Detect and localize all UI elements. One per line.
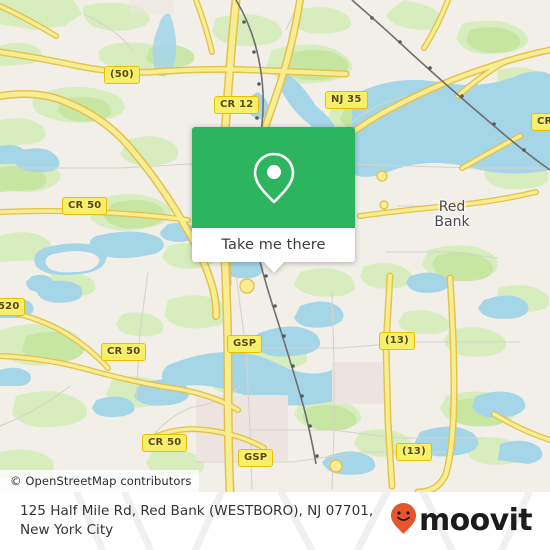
take-me-there-button[interactable]: Take me there [192,228,355,273]
place-label-red-bank: Red Bank [434,199,470,230]
road-shield: (50) [104,66,140,84]
popup-image-area [192,127,355,228]
road-shield: CR 50 [101,343,147,361]
road-shield: 520 [0,298,26,316]
popup-tail-pointer [263,262,284,273]
road-shield: GSP [238,449,274,467]
osm-attribution[interactable]: © OpenStreetMap contributors [0,470,200,492]
footer-bar: 125 Half Mile Rd, Red Bank (WESTBORO), N… [0,492,550,550]
moovit-map-screenshot: (50) CR 12 NJ 35 CR CR 50 520 CR 50 GSP … [0,0,550,550]
road-shield: CR 50 [142,434,188,452]
road-shield: CR 12 [214,96,260,114]
address-line-1: 125 Half Mile Rd, Red Bank (WESTBORO), N… [20,503,374,519]
road-shield: GSP [227,335,263,353]
map-canvas[interactable]: (50) CR 12 NJ 35 CR CR 50 520 CR 50 GSP … [0,0,550,492]
destination-popup-card[interactable]: Take me there [192,127,355,273]
moovit-wordmark: moovit [418,503,533,538]
road-shield: (13) [379,332,415,350]
address-text: 125 Half Mile Rd, Red Bank (WESTBORO), N… [20,502,390,540]
moovit-pin-icon [390,502,417,540]
address-line-2: New York City [20,522,114,538]
road-shield: NJ 35 [325,91,368,109]
road-shield: CR 50 [62,197,108,215]
take-me-there-label: Take me there [221,237,326,253]
map-pin-icon [251,150,297,206]
road-shield: (13) [396,443,432,461]
road-shield: CR [531,113,550,131]
moovit-logo[interactable]: moovit [390,502,538,540]
